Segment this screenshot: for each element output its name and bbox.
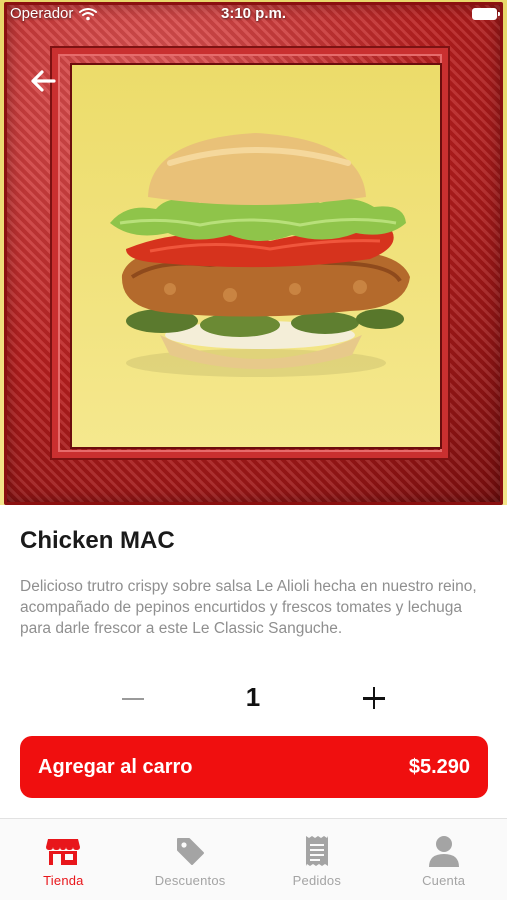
tab-cuenta[interactable]: Cuenta [380,819,507,900]
tag-icon [172,833,208,869]
add-to-cart-price: $5.290 [408,755,470,778]
burger-illustration [110,133,410,377]
user-icon [426,833,462,869]
product-description: Delicioso trutro crispy sobre salsa Le A… [20,578,477,637]
product-image [0,0,507,505]
back-button[interactable] [22,60,64,102]
status-bar: Operador 3:10 p.m. [0,0,507,28]
tab-bar: Tienda Descuentos Pedidos Cuenta [0,818,507,900]
minus-icon [122,698,144,700]
add-to-cart-label: Agregar al carro [38,755,193,778]
tab-tienda[interactable]: Tienda [0,819,127,900]
battery-icon [472,8,500,20]
tab-label: Pedidos [292,873,342,888]
tab-label: Cuenta [422,873,466,888]
store-icon [45,833,81,869]
tab-label: Tienda [43,873,84,888]
tab-descuentos[interactable]: Descuentos [127,819,254,900]
status-time: 3:10 p.m. [220,5,287,22]
decrease-quantity-button[interactable] [112,678,154,720]
burger-picture [70,63,442,449]
tab-label: Descuentos [154,873,226,888]
quantity-value: 1 [245,682,261,712]
arrow-left-icon [31,70,56,92]
receipt-icon [299,833,335,869]
increase-quantity-button[interactable] [352,676,396,720]
tab-pedidos[interactable]: Pedidos [254,819,381,900]
add-to-cart-button[interactable]: Agregar al carro $5.290 [20,736,488,798]
product-title: Chicken MAC [20,527,175,554]
